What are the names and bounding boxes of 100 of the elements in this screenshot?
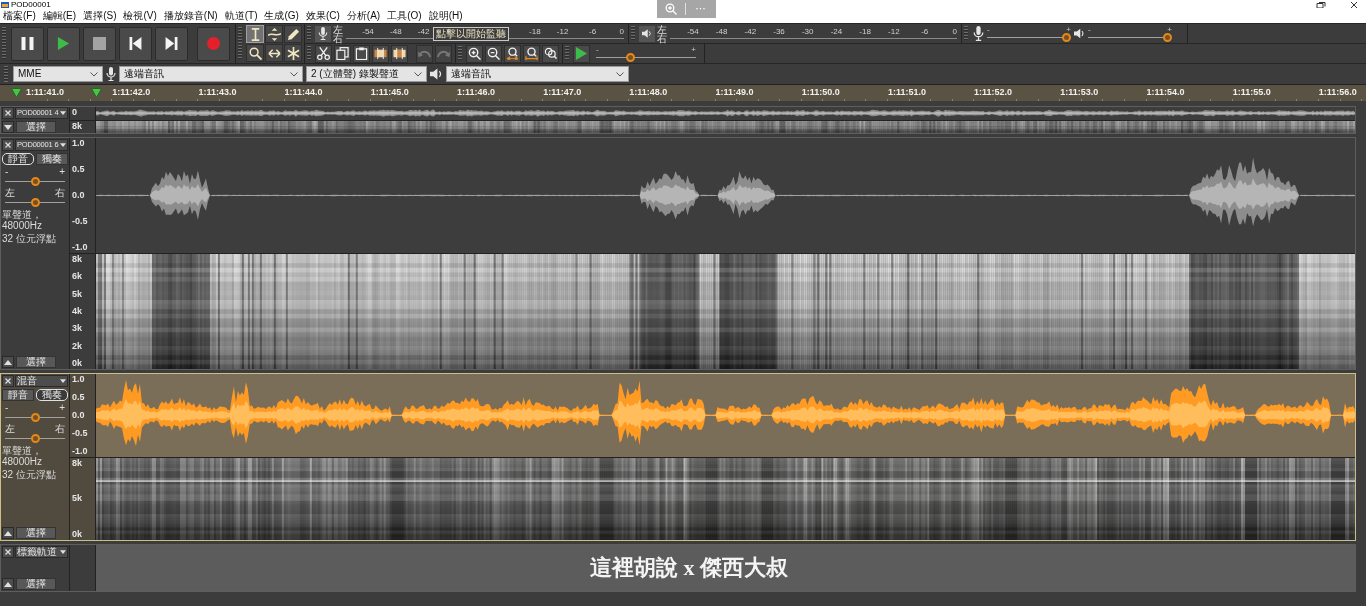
menu-item[interactable]: 工具(O) [387,9,422,23]
zoom-out-button[interactable] [485,44,502,63]
collapse-button[interactable] [2,121,14,133]
time-label: 1:11:47.0 [543,86,582,99]
stop-icon [93,37,106,50]
play-button[interactable] [47,26,80,61]
timeshift-tool-button[interactable] [265,44,283,62]
mute-button[interactable]: 靜音 [2,389,34,401]
multi-tool-button[interactable] [284,44,302,62]
recording-meter-button[interactable] [315,25,331,42]
track-name-menu[interactable]: 標籤軌道 [15,546,68,558]
menu-item[interactable]: 檔案(F) [3,9,36,23]
toolbar-grip[interactable] [4,66,8,82]
skip-to-end-button[interactable] [155,26,188,61]
toolbar-grip[interactable] [964,26,968,41]
ruler-tick-label: -1.0 [72,446,89,456]
slider-thumb[interactable] [1163,32,1172,42]
channel-label: 左 [333,24,344,34]
menu-item[interactable]: 分析(A) [346,9,381,23]
ruler-tick-label: 2k [72,341,83,351]
chevron-icon [414,71,422,77]
collapse-button[interactable] [2,527,14,539]
zoom-toggle-button[interactable] [542,44,559,63]
toolbar-grip[interactable] [631,26,635,41]
fit-project-button[interactable] [523,44,540,63]
close-icon [5,110,11,116]
time-label: 1:11:55.0 [1232,86,1271,99]
solo-button[interactable]: 獨奏 [36,389,68,401]
copy-icon [336,47,349,60]
pause-button[interactable] [11,26,44,61]
track-label-text[interactable]: 這裡胡說 x 傑西大叔 [590,553,788,583]
skip-to-start-button[interactable] [119,26,152,61]
play-at-speed-button[interactable] [573,44,590,63]
menu-item[interactable]: 生成(G) [264,9,299,23]
silence-button[interactable] [391,44,408,63]
toolbar-grip[interactable] [238,27,242,60]
collapse-button[interactable] [2,578,14,590]
menu-item[interactable]: 說明(H) [428,9,463,23]
stop-button[interactable] [83,26,116,61]
dropdown-triangle-icon [60,111,66,115]
draw-tool-button[interactable] [284,25,302,43]
select-button[interactable]: 選擇 [16,527,56,539]
cut-button[interactable] [315,44,332,63]
close-icon[interactable] [1350,1,1358,8]
track-name-menu[interactable]: 混音 [15,375,68,387]
menu-item[interactable]: 軌道(T) [224,9,258,23]
triangle-marker-icon [11,88,22,98]
toolbar-grip[interactable] [458,46,462,61]
slider-thumb[interactable] [30,198,40,207]
meter-scale-label: -54 [361,25,374,37]
toolbar-grip[interactable] [307,46,311,61]
slider-thumb[interactable] [626,52,635,62]
recording-meter[interactable]: -54 -48 -42 點擊以開始監聽 -18 -12 -6 0 [346,25,624,42]
time-label: 1:11:43.0 [198,86,237,99]
ruler-tick-label: 0k [72,358,83,368]
select-tool-button[interactable] [246,25,264,43]
select-button[interactable]: 選擇 [16,578,56,590]
recording-channels-dropdown[interactable]: 2 (立體聲) 錄製聲道 [306,66,427,82]
recording-device-dropdown[interactable]: 遠端音訊 [119,66,303,82]
zoom-tool-button[interactable] [246,44,264,62]
playback-meter-button[interactable] [639,25,655,42]
paste-button[interactable] [353,44,370,63]
ruler-tick-label: 8k [72,255,83,264]
zoom-in-button[interactable] [466,44,483,63]
slider-thumb[interactable] [30,177,40,186]
track-format-text: 單聲道，48000Hz [2,209,44,231]
restore-icon[interactable] [1316,1,1326,8]
audio-host-dropdown[interactable]: MME [13,66,103,82]
play-icon [57,37,70,50]
chevron-icon [290,71,298,77]
mute-button[interactable]: 靜音 [2,153,34,165]
trim-button[interactable] [372,44,389,63]
menu-item[interactable]: 檢視(V) [123,9,157,23]
collapse-button[interactable] [2,356,14,368]
toolbar-grip[interactable] [307,26,311,41]
copy-button[interactable] [334,44,351,63]
monitor-prompt[interactable]: 點擊以開始監聽 [433,26,510,41]
time-label: 1:11:53.0 [1060,86,1099,99]
toolbar-grip[interactable] [2,27,6,60]
meter-scale-label: -6 [588,25,597,37]
solo-button[interactable]: 獨奏 [36,153,68,165]
menu-item[interactable]: 選擇(S) [83,9,117,23]
slider-thumb[interactable] [30,434,40,443]
slider-thumb[interactable] [30,413,40,422]
select-button[interactable]: 選擇 [16,356,56,368]
menu-item[interactable]: 編輯(E) [42,9,77,23]
slider-thumb[interactable] [1062,32,1071,42]
triangle-marker-icon [91,88,102,98]
record-button[interactable] [197,26,230,61]
timeline-ruler[interactable]: 1:11:41.0 1:11:42.0 1:11:43.0 1:11:44.0 1:11:45.0 1:11:46.0 1:11:47.0 1:11:48.0 1:11:49.0 1:11:50.0 1:11:51.0 1:11:52.0 1:11:53.0 1:11:54.0 1:11:55.0 1:11:56.0 [0,84,1366,101]
menu-item[interactable]: 效果(C) [305,9,340,23]
select-button[interactable]: 選擇 [16,121,56,133]
menu-item[interactable]: 播放錄音(N) [163,9,218,23]
fit-selection-button[interactable] [504,44,521,63]
playback-device-dropdown[interactable]: 遠端音訊 [446,66,629,82]
skip-to-end-icon [165,37,178,50]
toolbar-grip[interactable] [565,46,569,61]
channel-label: 左 [657,24,668,34]
track-format-text: 32 位元浮點 [2,469,57,480]
envelope-tool-button[interactable] [265,25,283,43]
